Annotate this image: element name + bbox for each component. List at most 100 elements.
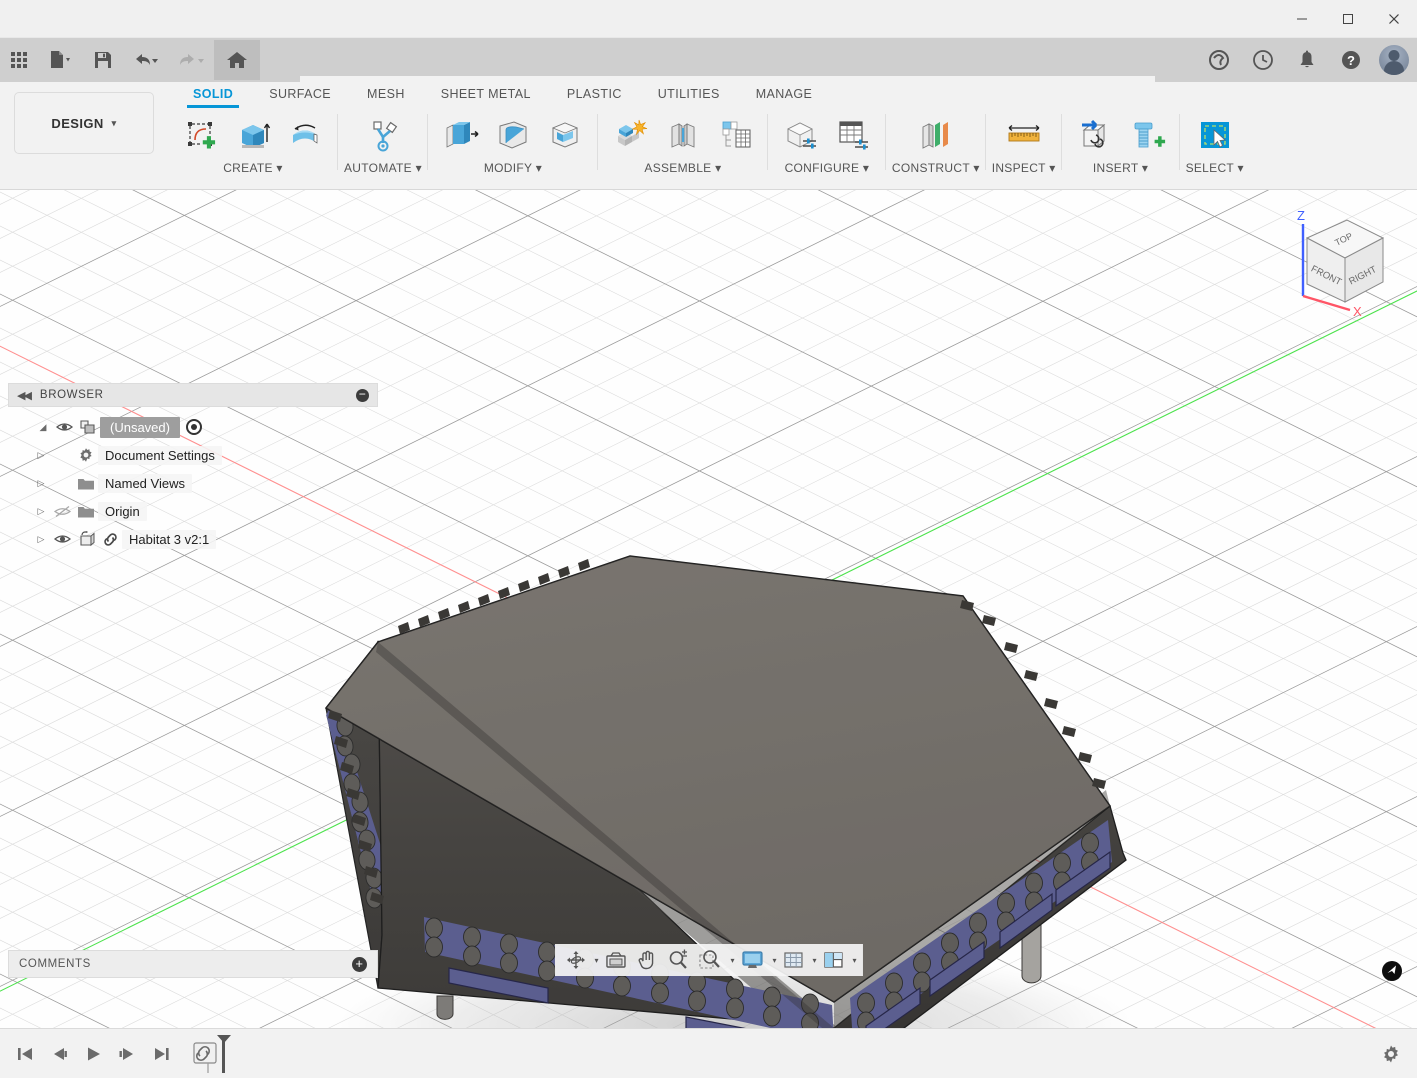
create-sketch-icon[interactable] <box>178 112 224 158</box>
ribbon: DESIGN ▾ SOLID SURFACE MESH SHEET METAL … <box>0 82 1417 190</box>
display-settings-icon[interactable] <box>736 946 768 974</box>
grid-snaps-icon[interactable] <box>779 946 809 974</box>
home-icon[interactable] <box>214 40 260 80</box>
panel-modify: MODIFY ▾ <box>428 110 598 188</box>
tree-node-origin[interactable]: ▷ Origin <box>8 497 378 525</box>
panel-configure-label[interactable]: CONFIGURE ▾ <box>774 158 880 180</box>
comments-panel[interactable]: COMMENTS + <box>8 950 378 978</box>
insert-derive-icon[interactable] <box>1072 112 1118 158</box>
panel-inspect: INSPECT ▾ <box>986 110 1062 188</box>
orbit-icon[interactable] <box>560 946 590 974</box>
expand-arrow-icon[interactable]: ◢ <box>34 422 52 433</box>
panel-configure: CONFIGURE ▾ <box>768 110 886 188</box>
tab-plastic[interactable]: PLASTIC <box>549 82 640 106</box>
play-button[interactable] <box>76 1037 110 1071</box>
collapse-panel-icon[interactable]: ◀◀ <box>17 389 32 402</box>
new-component-icon[interactable] <box>608 112 654 158</box>
panel-assemble-label[interactable]: ASSEMBLE ▾ <box>604 158 762 180</box>
timeline-feature-marker[interactable] <box>192 1033 238 1075</box>
viewports-icon[interactable] <box>819 946 849 974</box>
browser-panel: ◀◀ BROWSER − ◢ (Unsaved) ▷ Document Sett… <box>8 383 378 553</box>
extrude-icon[interactable] <box>230 112 276 158</box>
activate-component-radio[interactable] <box>185 419 202 435</box>
step-back-button[interactable] <box>42 1037 76 1071</box>
panel-insert-label[interactable]: INSERT ▾ <box>1068 158 1174 180</box>
viewport-canvas[interactable]: ◀◀ BROWSER − ◢ (Unsaved) ▷ Document Sett… <box>0 190 1417 1028</box>
zoom-window-icon[interactable] <box>694 946 726 974</box>
tree-node-named-views[interactable]: ▷ Named Views <box>8 469 378 497</box>
pan-icon[interactable] <box>632 946 660 974</box>
workspace-switcher-button[interactable]: DESIGN ▾ <box>14 92 154 154</box>
panel-create-label[interactable]: CREATE ▾ <box>174 158 332 180</box>
undo-icon[interactable] <box>122 40 168 80</box>
zoom-icon[interactable] <box>662 946 692 974</box>
bill-of-materials-icon[interactable] <box>712 112 758 158</box>
help-icon[interactable]: ? <box>1331 40 1371 80</box>
panel-automate-label[interactable]: AUTOMATE ▾ <box>344 158 422 180</box>
joint-icon[interactable] <box>660 112 706 158</box>
panel-inspect-label[interactable]: INSPECT ▾ <box>992 158 1056 180</box>
chevron-down-icon[interactable]: ▾ <box>813 956 817 965</box>
tree-node-document-settings[interactable]: ▷ Document Settings <box>8 441 378 469</box>
look-at-icon[interactable] <box>600 946 630 974</box>
expand-arrow-icon[interactable]: ▷ <box>32 478 50 489</box>
tree-node-habitat-3[interactable]: ▷ Habitat 3 v2:1 <box>8 525 378 553</box>
panel-select-label[interactable]: SELECT ▾ <box>1186 158 1244 180</box>
expand-arrow-icon[interactable]: ▷ <box>32 450 50 461</box>
add-comment-icon[interactable]: + <box>352 956 367 972</box>
redo-icon[interactable] <box>168 40 214 80</box>
select-icon[interactable] <box>1192 112 1238 158</box>
tree-node-label: Document Settings <box>98 445 222 465</box>
close-button[interactable] <box>1371 0 1417 38</box>
panel-construct-label[interactable]: CONSTRUCT ▾ <box>892 158 980 180</box>
revolve-icon[interactable] <box>282 112 328 158</box>
tab-surface[interactable]: SURFACE <box>251 82 349 106</box>
minimize-button[interactable] <box>1279 0 1325 38</box>
account-avatar[interactable] <box>1379 45 1409 75</box>
measure-icon[interactable] <box>1001 112 1047 158</box>
press-pull-icon[interactable] <box>438 112 484 158</box>
visibility-eye-icon[interactable] <box>50 533 74 545</box>
insert-mcmaster-icon[interactable] <box>1124 112 1170 158</box>
tab-solid[interactable]: SOLID <box>175 82 251 108</box>
go-to-beginning-button[interactable] <box>8 1037 42 1071</box>
x-axis-label: X <box>1353 304 1362 316</box>
chevron-down-icon[interactable]: ▾ <box>772 956 776 965</box>
automate-icon[interactable] <box>360 112 406 158</box>
browser-minimize-icon[interactable]: − <box>356 388 369 402</box>
shell-icon[interactable] <box>542 112 588 158</box>
configure-table-icon[interactable] <box>830 112 876 158</box>
tree-node-unsaved[interactable]: ◢ (Unsaved) <box>8 413 378 441</box>
expand-arrow-icon[interactable]: ▷ <box>32 506 50 517</box>
maximize-button[interactable] <box>1325 0 1371 38</box>
document-icon <box>76 418 100 436</box>
panel-modify-label[interactable]: MODIFY ▾ <box>434 158 592 180</box>
chevron-down-icon[interactable]: ▾ <box>853 956 857 965</box>
timeline-settings-gear[interactable] <box>1381 1044 1401 1064</box>
navigation-marker-icon[interactable] <box>1381 960 1403 982</box>
habitat-3d-model[interactable] <box>0 190 1417 1028</box>
job-status-icon[interactable] <box>1243 40 1283 80</box>
save-icon[interactable] <box>84 40 122 80</box>
expand-arrow-icon[interactable]: ▷ <box>32 534 50 545</box>
construct-plane-icon[interactable] <box>913 112 959 158</box>
notifications-icon[interactable] <box>1287 40 1327 80</box>
app-grid-icon[interactable] <box>0 40 38 80</box>
tab-mesh[interactable]: MESH <box>349 82 423 106</box>
quick-access-toolbar: Untitled*(1) ✕ + <box>0 38 1417 120</box>
tree-node-label: (Unsaved) <box>100 416 180 438</box>
extensions-icon[interactable] <box>1199 40 1239 80</box>
chevron-down-icon[interactable]: ▾ <box>594 956 598 965</box>
visibility-eye-icon[interactable] <box>52 421 76 433</box>
visibility-eye-off-icon[interactable] <box>50 505 74 518</box>
tab-manage[interactable]: MANAGE <box>738 82 831 106</box>
fillet-icon[interactable] <box>490 112 536 158</box>
go-to-end-button[interactable] <box>144 1037 178 1071</box>
tab-utilities[interactable]: UTILITIES <box>640 82 738 106</box>
new-file-icon[interactable] <box>38 40 84 80</box>
step-forward-button[interactable] <box>110 1037 144 1071</box>
view-cube[interactable]: Z X TOP FRONT RIGHT <box>1275 198 1395 316</box>
tab-sheet-metal[interactable]: SHEET METAL <box>423 82 549 106</box>
chevron-down-icon[interactable]: ▾ <box>730 956 734 965</box>
configure-model-icon[interactable] <box>778 112 824 158</box>
